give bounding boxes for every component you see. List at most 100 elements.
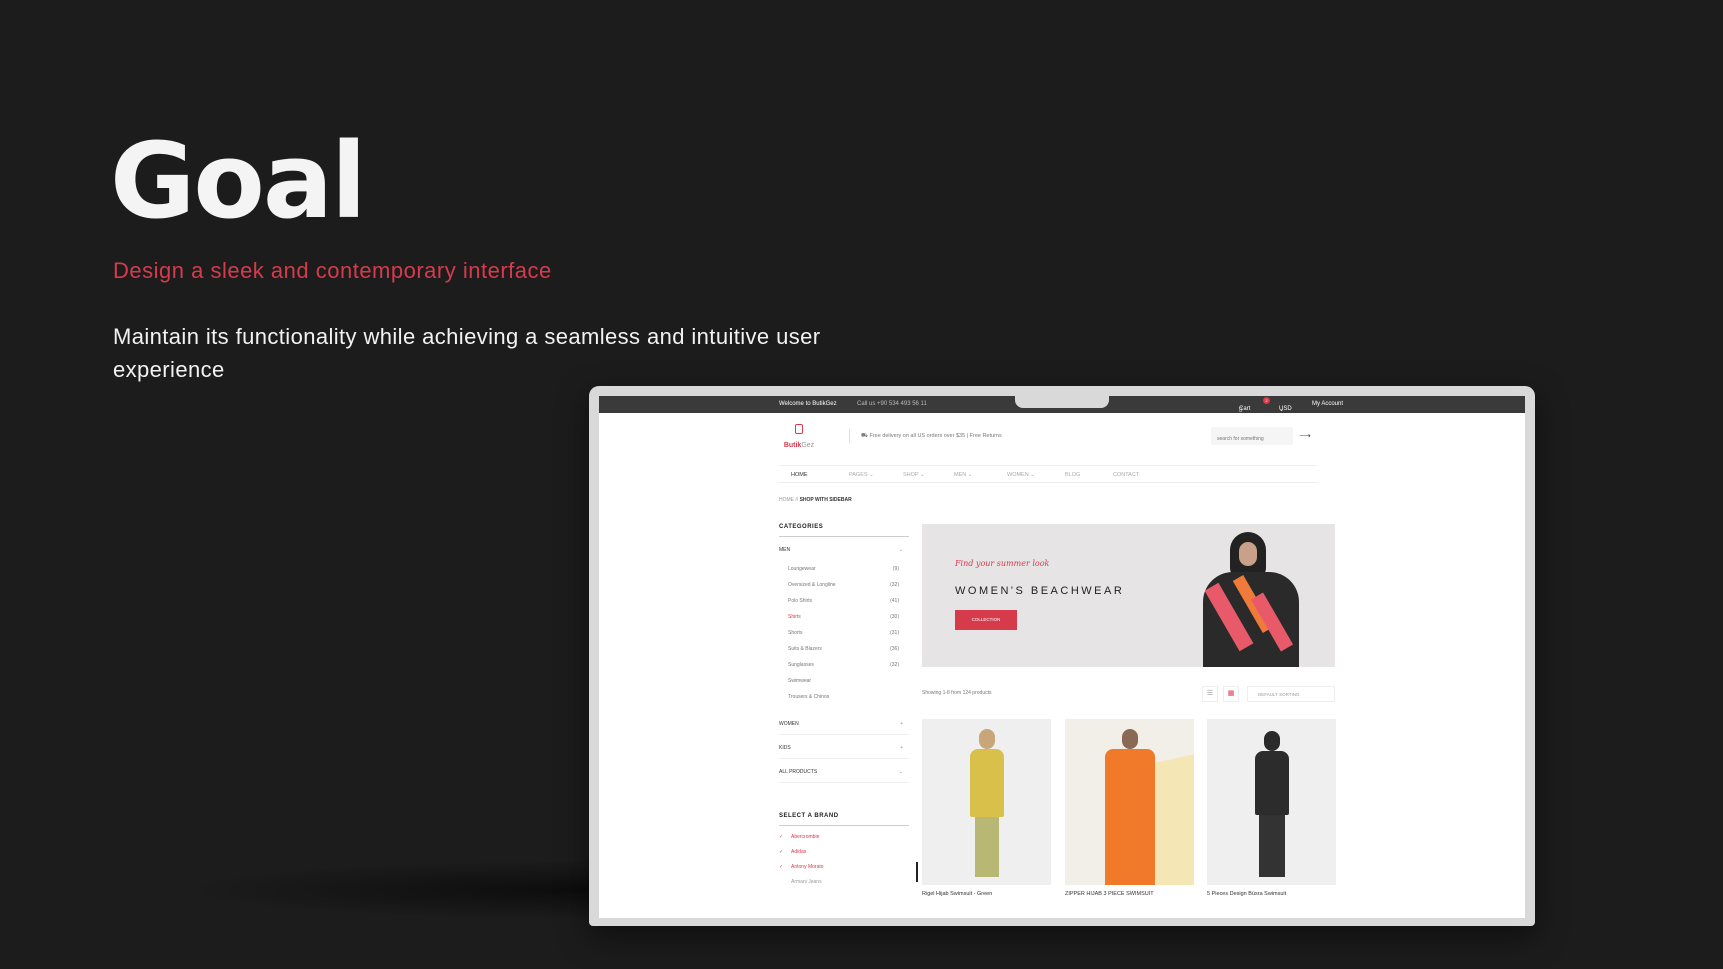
product-image[interactable] [922,719,1051,885]
delivery-notice: ⛟ Free delivery on all US orders over $3… [861,433,1002,440]
promo-banner: Find your summer look WOMEN'S BEACHWEAR … [922,524,1335,667]
category-all-products[interactable]: ALL PRODUCTS ⌄ [779,759,909,783]
logo-sub: Gez [801,442,815,449]
product-image[interactable] [1207,719,1336,885]
welcome-text: Welcome to ButikGez [779,401,837,407]
brand-label: Antony Morato [791,864,824,870]
banner-tagline: Find your summer look [955,559,1050,568]
subcategory-label: Oversized & Longline [788,582,836,588]
search-input[interactable] [1211,430,1301,448]
check-icon: ✓ [779,849,784,855]
subcategory-item[interactable]: Polo Shirts (41) [779,593,909,609]
product-name[interactable]: ZIPPER HIJAB 3 PIECE SWIMSUIT [1065,891,1154,897]
header-divider [849,429,850,443]
sidebar: CATEGORIES MEN ⌄ Loungewear (9) Oversize… [779,524,909,894]
nav-women[interactable]: WOMEN ⌄ [1007,472,1035,478]
subcategory-item[interactable]: Sunglasses (32) [779,657,909,673]
subcategory-item[interactable]: Shorts (31) [779,625,909,641]
breadcrumb-home[interactable]: HOME [779,497,794,503]
subcategory-count: (30) [890,614,899,620]
cart-label: Cart [1239,406,1251,412]
category-kids[interactable]: KIDS + [779,735,909,759]
brand-item[interactable]: Armani Jeans [779,879,909,894]
banner-model-image [1195,532,1305,667]
site-header: ButikGez ⛟ Free delivery on all US order… [599,413,1525,463]
laptop-notch [1015,386,1109,408]
categories-title: CATEGORIES [779,524,909,537]
my-account-link[interactable]: My Account [1312,401,1343,407]
subcategory-label: Swimwear [788,678,812,684]
nav-blog[interactable]: BLOG [1065,472,1080,478]
search-box: ⟶ [1211,427,1317,448]
breadcrumb-separator: // [795,497,799,503]
category-women[interactable]: WOMEN + [779,711,909,735]
brand-list: ✓ Abercrombie ✓ Adidas ✓ Antony Morato Arma… [779,834,909,894]
slide-title: Goal [110,120,367,242]
grid-icon: ▦ [1227,690,1235,697]
brand-label: Armani Jeans [791,879,822,885]
banner-title: WOMEN'S BEACHWEAR [955,585,1125,597]
subcategory-item[interactable]: Loungewear (9) [779,561,909,577]
phone-text[interactable]: Call us +90 534 493 56 11 [857,401,927,407]
sort-select[interactable]: DEFAULT SORTING [1247,686,1335,702]
category-label: ALL PRODUCTS [779,769,818,775]
subcategory-count: (41) [890,598,899,604]
subcategory-label: Sunglasses [788,662,814,668]
subcategory-label: Shirts [788,614,801,620]
brand-item[interactable]: ✓ Abercrombie [779,834,909,849]
search-submit-button[interactable]: ⟶ [1293,427,1317,445]
subcategory-item[interactable]: Oversized & Longline (32) [779,577,909,593]
subcategory-label: Trousers & Chinos [788,694,830,700]
nav-contact[interactable]: CONTACT [1113,472,1139,478]
check-icon: ✓ [779,834,784,840]
nav-men[interactable]: MEN ⌄ [954,472,972,478]
plus-icon: + [900,745,903,751]
cart-count-badge: 2 [1263,397,1270,404]
product-toolbar: Showing 1-8 from 124 products ☰ ▦ DEFAUL… [922,684,1335,704]
website-screen: Welcome to ButikGez Call us +90 534 493 … [599,396,1525,918]
subcategory-count: (31) [890,630,899,636]
site-logo[interactable]: ButikGez [779,424,819,452]
brand-item[interactable]: ✓ Antony Morato [779,864,909,879]
nav-pages[interactable]: PAGES ⌄ [849,472,874,478]
subcategory-label: Suits & Blazers [788,646,822,652]
laptop-mockup: Welcome to ButikGez Call us +90 534 493 … [589,386,1535,926]
category-men[interactable]: MEN ⌄ [779,537,909,561]
product-image[interactable] [1065,719,1194,885]
slide-subtitle: Design a sleek and contemporary interfac… [113,258,552,283]
subcategory-label: Shorts [788,630,803,636]
logo-main: Butik [783,442,802,449]
brand-label: Abercrombie [791,834,820,840]
subcategory-label: Polo Shirts [788,598,813,604]
product-name[interactable]: 5 Pieces Design Büsra Swimsuit [1207,891,1286,897]
subcategory-item[interactable]: Trousers & Chinos [779,689,909,705]
list-icon: ☰ [1206,690,1214,697]
subcategory-count: (32) [890,662,899,668]
subcategory-item[interactable]: Shirts (30) [779,609,909,625]
subcategory-count: (36) [890,646,899,652]
grid-view-button[interactable]: ▦ [1223,686,1239,702]
collection-button[interactable]: COLLECTION [955,610,1017,630]
arrow-right-icon: ⟶ [1299,431,1311,440]
bag-icon [795,424,803,434]
subcategory-item[interactable]: Suits & Blazers (36) [779,641,909,657]
breadcrumb-current: SHOP WITH SIDEBAR [799,497,852,503]
nav-shop[interactable]: SHOP ⌄ [903,472,925,478]
slide-description: Maintain its functionality while achievi… [113,324,821,382]
brand-item[interactable]: ✓ Adidas [779,849,909,864]
product-name[interactable]: Rigel Hijab Swimsuit - Green [922,891,992,897]
category-men-label: MEN [779,547,791,553]
nav-home[interactable]: HOME [791,472,808,478]
brand-scrollbar[interactable] [916,862,918,882]
subcategory-item[interactable]: Swimwear [779,673,909,689]
chevron-down-icon: ⌄ [1279,407,1285,413]
breadcrumb: HOME // SHOP WITH SIDEBAR [779,497,852,503]
list-view-button[interactable]: ☰ [1202,686,1218,702]
category-label: WOMEN [779,721,799,727]
chevron-down-icon: ⌄ [898,547,903,553]
main-nav: HOME PAGES ⌄ SHOP ⌄ MEN ⌄ WOMEN ⌄ BLOG C… [779,465,1317,483]
subcategory-label: Loungewear [788,566,816,572]
subcategory-count: (32) [890,582,899,588]
brand-label: Adidas [791,849,807,855]
plus-icon: + [900,721,903,727]
